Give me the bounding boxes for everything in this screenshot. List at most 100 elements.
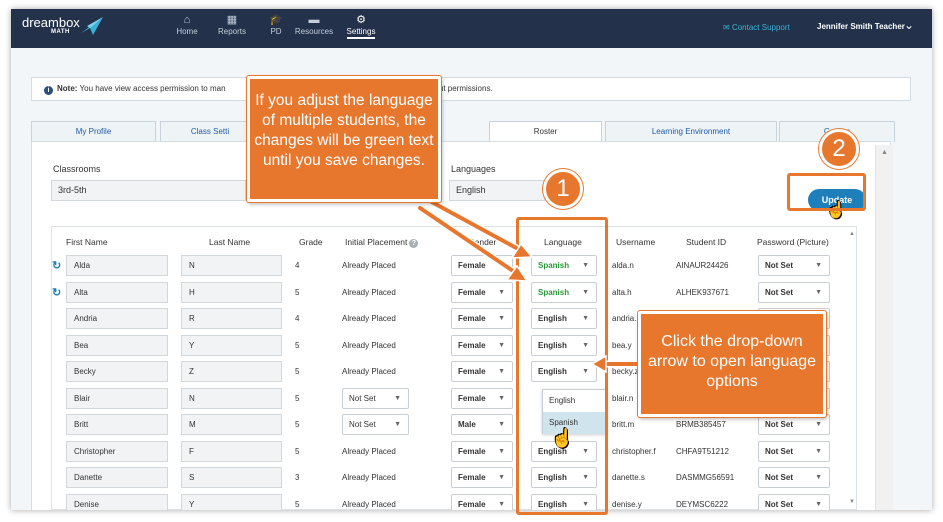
username-value: bea.y xyxy=(612,340,632,350)
table-row: Christopher F 5 Already Placed Female ▼ Englis… xyxy=(52,439,848,465)
username-value: alta.h xyxy=(612,287,632,297)
gender-select[interactable]: Female ▼ xyxy=(451,255,513,276)
gender-select[interactable]: Female ▼ xyxy=(451,361,513,382)
gender-select[interactable]: Female ▼ xyxy=(451,440,513,462)
chevron-down-icon: ▼ xyxy=(498,341,505,349)
logo-subtitle: MATH xyxy=(51,29,70,35)
username-value: blair.n xyxy=(612,393,634,403)
first-name-field[interactable]: Britt xyxy=(66,414,168,435)
first-name-field[interactable]: Christopher xyxy=(66,440,168,462)
student-id-value: BRMB385457 xyxy=(676,420,726,429)
password-select[interactable]: Not Set▼ xyxy=(758,467,830,488)
classroom-select[interactable]: 3rd-5th xyxy=(51,180,246,201)
gender-select[interactable]: Female ▼ xyxy=(451,467,513,488)
page-scrollbar[interactable]: ▲ xyxy=(875,145,893,510)
last-name-field[interactable]: N xyxy=(181,255,282,276)
last-name-field[interactable]: Y xyxy=(181,493,282,510)
language-column-highlight xyxy=(516,217,608,515)
col-gender[interactable]: Gender xyxy=(468,237,496,247)
chevron-down-icon: ▼ xyxy=(815,474,822,481)
home-icon: ⌂ xyxy=(183,14,191,26)
languages-select[interactable]: English xyxy=(449,180,545,201)
nav-resources[interactable]: ▬ Resources xyxy=(289,13,339,36)
password-select[interactable]: Not Set▼ xyxy=(758,414,830,435)
password-select[interactable]: Not Set▼ xyxy=(758,440,830,462)
last-name-field[interactable]: Y xyxy=(181,334,282,356)
chevron-down-icon: ▼ xyxy=(498,315,505,322)
chevron-down-icon: ▼ xyxy=(498,421,505,428)
top-navbar: dreambox MATH ⌂ Home ▦ Reports 🎓 PD ▬ Resources… xyxy=(11,9,932,48)
password-select[interactable]: Not Set▼ xyxy=(758,255,830,276)
nav-label: Home xyxy=(176,27,198,36)
grade-value: 4 xyxy=(295,261,300,270)
tab-class-settings[interactable]: Class Setti xyxy=(160,121,260,142)
tab-roster[interactable]: Roster xyxy=(489,121,602,142)
placement-select[interactable]: Not Set ▼ xyxy=(342,414,409,435)
col-username[interactable]: Username xyxy=(616,237,655,247)
password-select[interactable]: Not Set▼ xyxy=(758,493,830,510)
last-name-field[interactable]: F xyxy=(181,440,282,462)
col-student-id[interactable]: Student ID xyxy=(686,237,726,247)
nav-reports[interactable]: ▦ Reports xyxy=(207,13,257,36)
col-last-name[interactable]: Last Name xyxy=(209,237,250,247)
placement-select[interactable]: Not Set ▼ xyxy=(342,387,409,409)
contact-support-link[interactable]: ✉ Contact Support xyxy=(723,23,790,32)
gender-select[interactable]: Male ▼ xyxy=(451,414,513,435)
step-1-badge: 1 xyxy=(543,169,583,209)
user-menu[interactable]: Jennifer Smith Teacher xyxy=(817,22,905,31)
last-name-field[interactable]: R xyxy=(181,308,282,329)
nav-home[interactable]: ⌂ Home xyxy=(162,13,212,36)
last-name-field[interactable]: M xyxy=(181,414,282,435)
first-name-field[interactable]: Denise xyxy=(66,493,168,510)
col-password[interactable]: Password (Picture) xyxy=(757,237,829,247)
gender-select[interactable]: Female ▼ xyxy=(451,334,513,356)
update-highlight xyxy=(787,173,866,211)
placement-value: Already Placed xyxy=(342,499,396,509)
first-name-field[interactable]: Alda xyxy=(66,255,168,276)
first-name-field[interactable]: Becky xyxy=(66,361,168,382)
gear-icon: ⚙ xyxy=(356,14,366,26)
grade-value: 5 xyxy=(295,393,300,403)
nav-label: PD xyxy=(270,27,282,36)
last-name-field[interactable]: N xyxy=(181,387,282,409)
nav-settings[interactable]: ⚙ Settings xyxy=(336,13,386,39)
refresh-icon: ↻ xyxy=(52,286,62,299)
table-row: Denise Y 5 Already Placed Female ▼ English ▼ den… xyxy=(52,492,848,510)
dropdown-callout: Click the drop-down arrow to open langua… xyxy=(638,311,826,417)
last-name-field[interactable]: S xyxy=(181,467,282,488)
table-row: ↻ Alta H 5 Already Placed Female ▼ Spanish ▼ alta… xyxy=(52,280,848,306)
chevron-down-icon[interactable]: ⌄ xyxy=(904,18,914,32)
col-initial-placement[interactable]: Initial Placement? xyxy=(345,237,419,248)
col-grade[interactable]: Grade xyxy=(299,237,323,247)
nav-label: Settings xyxy=(346,27,376,39)
first-name-field[interactable]: Alta xyxy=(66,281,168,303)
logo[interactable]: dreambox xyxy=(22,15,80,30)
last-name-field[interactable]: H xyxy=(181,281,282,303)
first-name-field[interactable]: Andria xyxy=(66,308,168,329)
first-name-field[interactable]: Bea xyxy=(66,334,168,356)
tab-my-profile[interactable]: My Profile xyxy=(31,121,156,142)
chevron-down-icon: ▼ xyxy=(394,394,401,402)
student-id-value: DEYMSC6222 xyxy=(676,499,729,509)
gender-select[interactable]: Female ▼ xyxy=(451,493,513,510)
chevron-down-icon: ▼ xyxy=(498,368,505,375)
col-first-name[interactable]: First Name xyxy=(66,237,108,247)
first-name-field[interactable]: Danette xyxy=(66,467,168,488)
student-id-value: CHFA9T51212 xyxy=(676,446,729,456)
chevron-down-icon: ▼ xyxy=(498,474,505,481)
table-scrollbar[interactable]: ▲ ▼ xyxy=(849,227,857,510)
password-select[interactable]: Not Set▼ xyxy=(758,281,830,303)
gender-select[interactable]: Female ▼ xyxy=(451,387,513,409)
gender-select[interactable]: Female ▼ xyxy=(451,308,513,329)
first-name-field[interactable]: Blair xyxy=(66,387,168,409)
last-name-field[interactable]: Z xyxy=(181,361,282,382)
username-value: alda.n xyxy=(612,261,634,270)
grade-value: 5 xyxy=(295,287,300,297)
grade-value: 5 xyxy=(295,446,300,456)
gender-select[interactable]: Female ▼ xyxy=(451,281,513,303)
help-icon[interactable]: ? xyxy=(409,239,419,248)
tab-learning-environment[interactable]: Learning Environment xyxy=(605,121,777,142)
app-window: dreambox MATH ⌂ Home ▦ Reports 🎓 PD ▬ Resources… xyxy=(11,9,932,510)
chevron-down-icon: ▼ xyxy=(498,447,505,455)
refresh-icon: ↻ xyxy=(52,260,62,272)
